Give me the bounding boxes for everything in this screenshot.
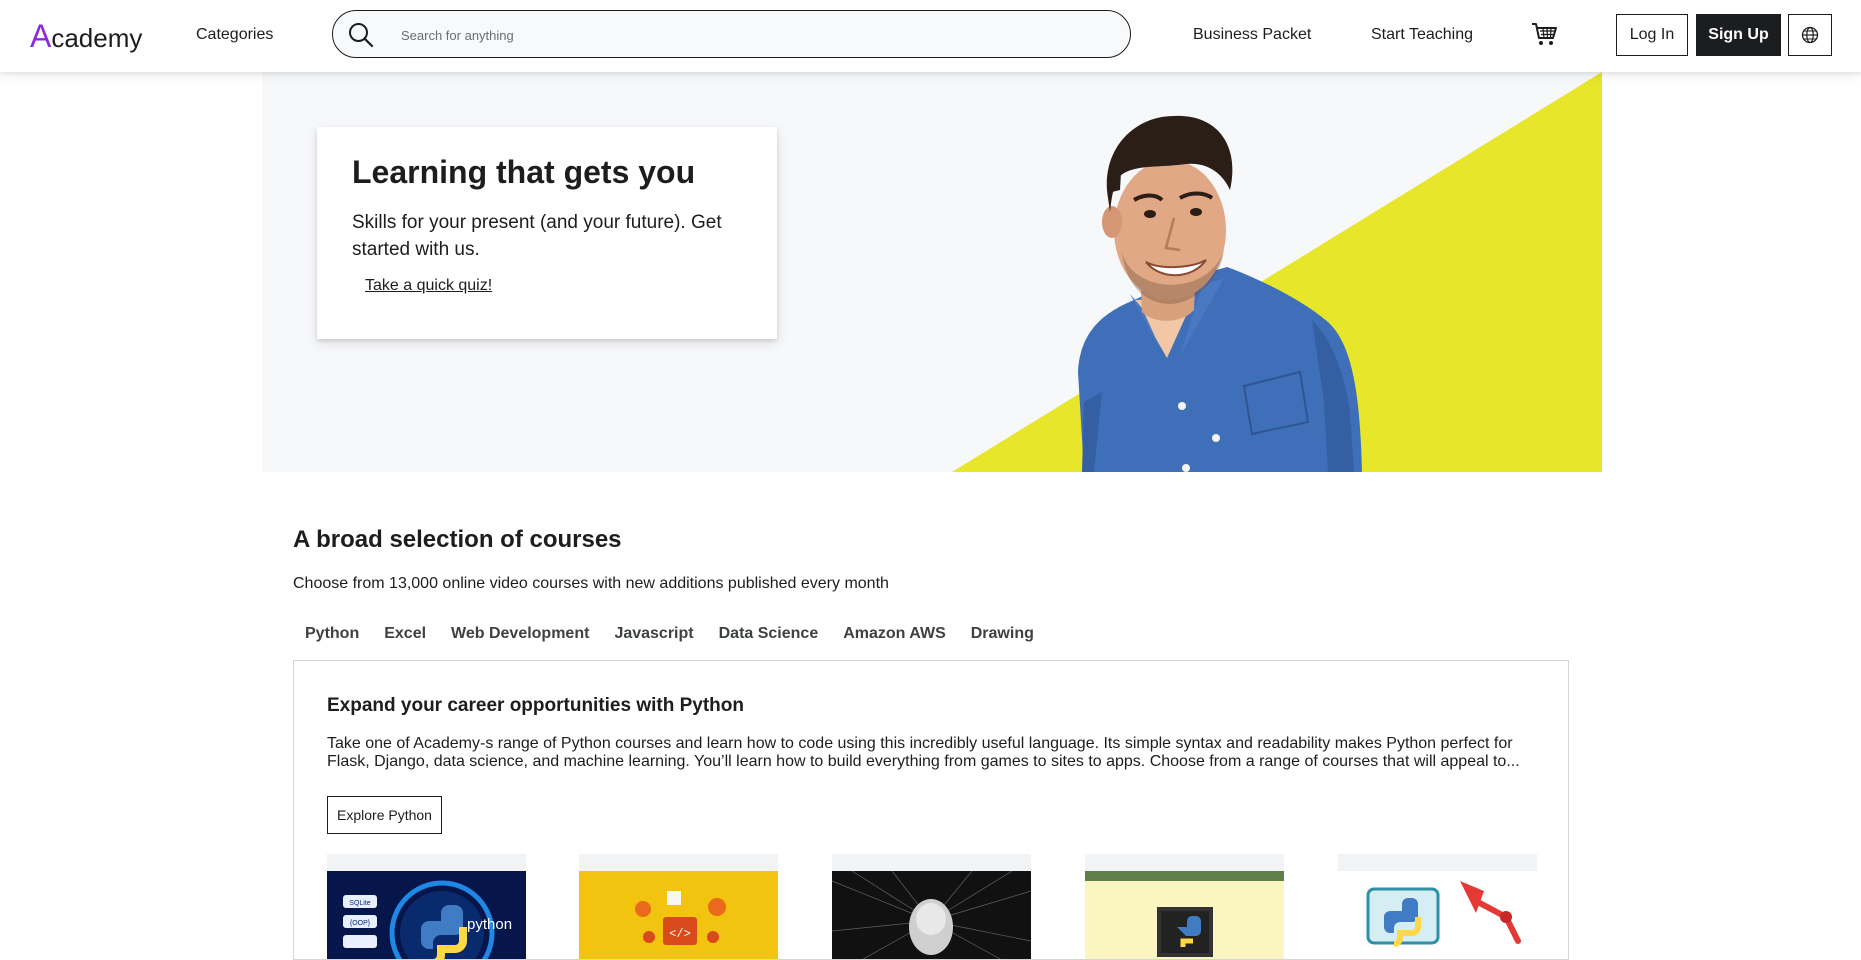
course-card[interactable] [1085,854,1284,959]
quick-quiz-link[interactable]: Take a quick quiz! [365,277,492,295]
course-card[interactable]: SQLite {OOP} python [327,854,526,959]
course-card[interactable] [832,854,1031,959]
panel-description: Take one of Academy-s range of Python co… [327,735,1520,770]
search-bar[interactable] [332,10,1131,58]
tab-excel[interactable]: Excel [372,624,439,656]
search-icon[interactable] [347,21,375,49]
course-topic-tabs: Python Excel Web Development Javascript … [293,624,1047,656]
cart-icon[interactable] [1530,20,1558,48]
top-navbar: Academy Categories Business Packet Start… [0,0,1861,72]
python-label: python [467,916,512,933]
course-thumbnail: SQLite {OOP} python [327,871,526,959]
course-thumbnail [1085,871,1284,959]
hero-banner: Learning that gets you Skills for your p… [262,72,1602,472]
hero-title: Learning that gets you [352,154,696,190]
search-input[interactable] [399,23,1103,47]
python-tab-panel: Expand your career opportunities with Py… [293,660,1569,960]
hero-card: Learning that gets you Skills for your p… [317,127,777,339]
sign-up-button[interactable]: Sign Up [1696,14,1781,56]
globe-icon [1801,26,1819,44]
language-button[interactable] [1788,14,1832,56]
hero-subtitle: Skills for your present (and your future… [352,212,722,260]
start-teaching-link[interactable]: Start Teaching [1371,26,1473,44]
categories-link[interactable]: Categories [196,26,273,44]
course-thumbnail [1338,871,1537,959]
sqlite-badge: SQLite [349,900,371,907]
panel-title: Expand your career opportunities with Py… [327,695,744,716]
oop-badge: {OOP} [350,920,371,927]
log-in-button[interactable]: Log In [1616,14,1688,56]
courses-section-title: A broad selection of courses [293,526,622,553]
tab-amazon-aws[interactable]: Amazon AWS [831,624,959,656]
course-thumbnail [832,871,1031,959]
academy-logo[interactable]: Academy [30,18,142,55]
course-card[interactable]: </> [579,854,778,959]
tab-web-development[interactable]: Web Development [439,624,602,656]
explore-python-button[interactable]: Explore Python [327,796,442,834]
courses-section-subtitle: Choose from 13,000 online video courses … [293,575,889,592]
tab-javascript[interactable]: Javascript [602,624,706,656]
course-card[interactable] [1338,854,1537,959]
tab-data-science[interactable]: Data Science [707,624,832,656]
tab-drawing[interactable]: Drawing [959,624,1047,656]
business-packet-link[interactable]: Business Packet [1193,26,1311,44]
tab-python[interactable]: Python [293,624,372,656]
course-thumbnail: </> [579,871,778,959]
